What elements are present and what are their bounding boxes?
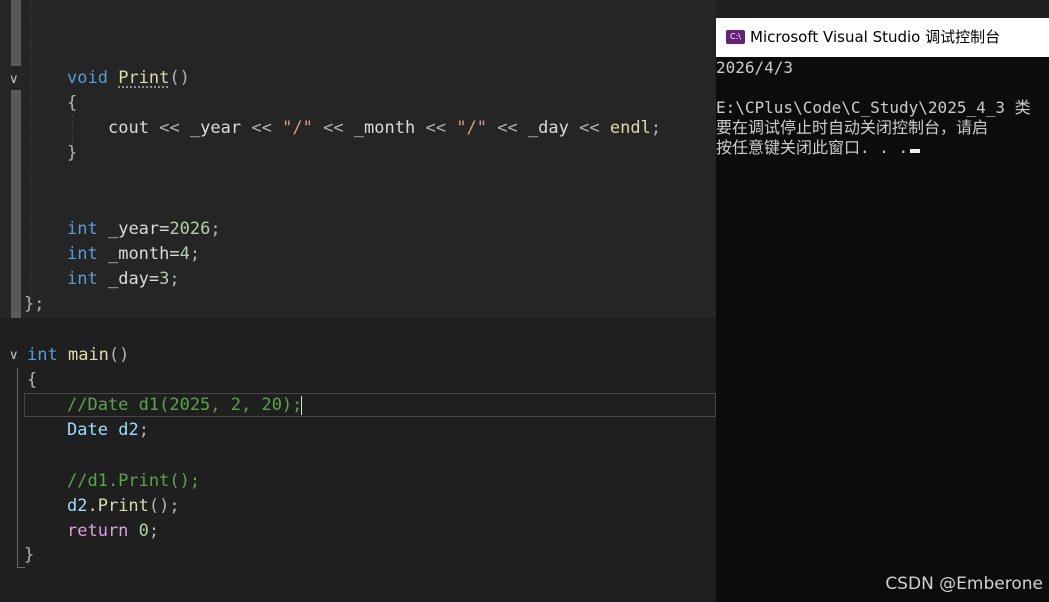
punctuation: () xyxy=(169,68,190,88)
console-output-line: 按任意键关闭此窗口. . . xyxy=(716,138,921,158)
number-literal: 3 xyxy=(159,269,170,289)
identifier: _day xyxy=(527,118,569,138)
operator: << xyxy=(323,118,344,138)
punctuation: ; xyxy=(138,420,149,440)
punctuation: { xyxy=(27,370,38,390)
punctuation: ; xyxy=(148,521,160,541)
function-name: .Print xyxy=(87,496,149,516)
operator: << xyxy=(579,118,600,138)
watermark: CSDN @Emberone xyxy=(885,574,1043,594)
scope-guide xyxy=(17,368,18,568)
identifier: _month xyxy=(353,118,416,138)
fold-chevron-icon[interactable]: ∨ xyxy=(9,72,19,88)
code-editor[interactable]: ∨ ∨ void Print() { cout << _year << "/" … xyxy=(0,0,716,602)
punctuation: }; xyxy=(24,294,45,314)
punctuation: } xyxy=(67,143,78,163)
code-line: Date d2; xyxy=(67,418,149,442)
string-literal: "/" xyxy=(282,118,313,138)
gutter-change-bar xyxy=(11,90,21,318)
code-line: } xyxy=(24,543,34,567)
debug-console-window[interactable]: C:\ Microsoft Visual Studio 调试控制台 2026/4… xyxy=(716,18,1049,602)
indent-guide xyxy=(30,0,31,300)
operator: << xyxy=(497,118,518,138)
identifier: _month= xyxy=(107,244,180,264)
code-line: int _year=2026; xyxy=(67,217,221,241)
function-name: Print xyxy=(118,68,170,88)
punctuation: (); xyxy=(148,496,180,516)
keyword: return xyxy=(67,521,129,541)
code-line: }; xyxy=(24,292,44,316)
identifier: endl xyxy=(609,118,651,138)
keyword: int xyxy=(67,269,98,289)
punctuation: } xyxy=(24,545,35,565)
keyword: int xyxy=(67,219,98,239)
code-line: { xyxy=(67,91,77,115)
code-line[interactable]: //Date d1(2025, 2, 20); xyxy=(67,393,302,417)
punctuation: ; xyxy=(650,118,662,138)
keyword: void xyxy=(67,68,108,88)
code-line: { xyxy=(27,368,37,392)
console-cursor xyxy=(910,149,921,153)
punctuation: () xyxy=(108,345,130,365)
string-literal: "/" xyxy=(456,118,487,138)
code-line: d2.Print(); xyxy=(67,494,180,518)
code-line: //d1.Print(); xyxy=(67,469,200,493)
punctuation: { xyxy=(67,93,78,113)
identifier: d2 xyxy=(118,420,139,440)
keyword: int xyxy=(67,244,98,264)
punctuation: ; xyxy=(169,269,180,289)
operator: << xyxy=(251,118,272,138)
number-literal: 4 xyxy=(179,244,190,264)
console-output-line: E:\CPlus\Code\C_Study\2025_4_3 类 xyxy=(716,98,1031,117)
code-line: int _month=4; xyxy=(67,242,200,266)
punctuation: ; xyxy=(210,219,221,239)
console-output-line: 要在调试停止时自动关闭控制台，请启 xyxy=(716,118,989,137)
punctuation: ; xyxy=(189,244,201,264)
identifier: _day= xyxy=(107,269,160,289)
number-literal: 0 xyxy=(138,521,149,541)
function-name: main xyxy=(67,345,109,365)
console-title: Microsoft Visual Studio 调试控制台 xyxy=(750,28,1001,46)
operator: << xyxy=(425,118,446,138)
identifier: d2 xyxy=(67,496,88,516)
identifier: _year xyxy=(189,118,242,138)
gutter-change-bar xyxy=(11,0,21,66)
fold-chevron-icon[interactable]: ∨ xyxy=(9,348,19,364)
visual-studio-console-icon: C:\ xyxy=(726,30,745,44)
identifier: cout xyxy=(108,118,149,138)
keyword: int xyxy=(27,345,58,365)
code-line: void Print() xyxy=(67,66,190,90)
console-prompt-text: 按任意键关闭此窗口. . . xyxy=(716,138,909,157)
type-name: Date xyxy=(67,420,108,440)
comment: //d1.Print(); xyxy=(67,471,201,491)
text-cursor xyxy=(301,396,302,415)
identifier: _year= xyxy=(107,219,170,239)
console-output-line: 2026/4/3 xyxy=(716,58,794,77)
code-line: } xyxy=(67,141,77,165)
scope-guide-end xyxy=(17,567,25,568)
code-line: int main() xyxy=(27,343,129,367)
console-title-bar[interactable]: C:\ Microsoft Visual Studio 调试控制台 xyxy=(716,18,1049,57)
code-line: return 0; xyxy=(67,519,159,543)
number-literal: 2026 xyxy=(169,219,211,239)
operator: << xyxy=(159,118,180,138)
comment: //Date d1(2025, 2, 20); xyxy=(67,395,303,415)
code-line: int _day=3; xyxy=(67,267,180,291)
code-line: cout << _year << "/" << _month << "/" <<… xyxy=(108,116,661,140)
